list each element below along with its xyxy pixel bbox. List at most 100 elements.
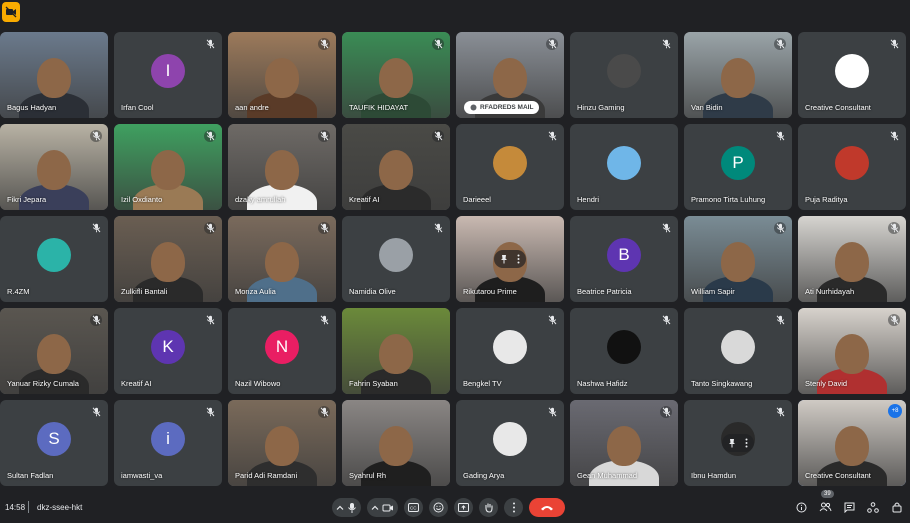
mic-off-icon: [432, 222, 444, 234]
person-head: [721, 57, 755, 98]
participant-name: Fahrin Syaban: [349, 379, 398, 388]
participant-tile[interactable]: RFADREDS MAIL: [456, 32, 564, 118]
activities-icon[interactable]: [866, 500, 880, 514]
mic-off-icon: [546, 38, 558, 50]
recording-indicator-icon[interactable]: [2, 2, 20, 22]
participant-tile[interactable]: Fikri Jepara: [0, 124, 108, 210]
participant-name: Ati Nurhidayah: [805, 287, 855, 296]
person-head: [151, 241, 185, 282]
person-head: [151, 149, 185, 190]
participant-tile[interactable]: Bengkel TV: [456, 308, 564, 394]
chevron-up-icon[interactable]: [371, 504, 379, 512]
participant-tile[interactable]: P Pramono Tirta Luhung: [684, 124, 792, 210]
participant-tile[interactable]: Creative Consultant: [798, 32, 906, 118]
captions-icon: CC: [408, 503, 419, 512]
chevron-up-icon[interactable]: [336, 504, 344, 512]
participant-tile[interactable]: Namidia Olive: [342, 216, 450, 302]
participant-tile[interactable]: S Sultan Fadlan: [0, 400, 108, 486]
mic-icon[interactable]: [347, 502, 357, 514]
more-options-button[interactable]: [504, 498, 523, 517]
participant-tile[interactable]: Darieeel: [456, 124, 564, 210]
svg-text:CC: CC: [410, 505, 417, 510]
participant-tile[interactable]: Fahrin Syaban: [342, 308, 450, 394]
mic-off-icon: [90, 314, 102, 326]
participant-tile[interactable]: Creative Consultant +8: [798, 400, 906, 486]
participant-name: Bagus Hadyan: [7, 103, 57, 112]
chat-icon[interactable]: [842, 500, 856, 514]
participant-name: dzaky amrullah: [235, 195, 286, 204]
participant-tile[interactable]: TAUFIK HIDAYAT: [342, 32, 450, 118]
more-options-icon[interactable]: [745, 438, 748, 448]
participant-grid: Bagus Hadyan I Irfan Cool aan andre TAUFIK H…: [0, 32, 910, 488]
participant-tile[interactable]: Zulkifli Bantali: [114, 216, 222, 302]
person-head: [37, 57, 71, 98]
participant-tile[interactable]: Stenly David: [798, 308, 906, 394]
raise-hand-icon: [484, 503, 493, 513]
emoji-button[interactable]: [429, 498, 448, 517]
pin-icon[interactable]: [500, 254, 508, 264]
participant-name: William Sapir: [691, 287, 735, 296]
participant-tile[interactable]: Hendri: [570, 124, 678, 210]
captions-button[interactable]: CC: [404, 498, 423, 517]
avatar: [37, 238, 71, 272]
avatar: S: [37, 422, 71, 456]
more-options-icon: [512, 502, 515, 513]
participant-name: Creative Consultant: [805, 103, 871, 112]
raise-hand-button[interactable]: [479, 498, 498, 517]
participant-tile[interactable]: Van Bidin: [684, 32, 792, 118]
participant-tile[interactable]: Rikutarou Prime: [456, 216, 564, 302]
participant-tile[interactable]: dzaky amrullah: [228, 124, 336, 210]
participant-tile[interactable]: R.4ZM: [0, 216, 108, 302]
participant-tile[interactable]: Monza Aulia: [228, 216, 336, 302]
pin-icon[interactable]: [728, 438, 736, 448]
participant-tile[interactable]: Ibnu Hamdun: [684, 400, 792, 486]
participant-tile[interactable]: Puja Raditya: [798, 124, 906, 210]
participant-name: Namidia Olive: [349, 287, 396, 296]
participant-tile[interactable]: aan andre: [228, 32, 336, 118]
participant-name: TAUFIK HIDAYAT: [349, 103, 409, 112]
participant-tile[interactable]: Tanto Singkawang: [684, 308, 792, 394]
mic-off-icon: [90, 222, 102, 234]
participant-tile[interactable]: Hinzu Gaming: [570, 32, 678, 118]
participant-tile[interactable]: i iamwasti_va: [114, 400, 222, 486]
end-call-button[interactable]: [529, 498, 565, 517]
participant-tile[interactable]: William Sapir: [684, 216, 792, 302]
mic-off-icon: [774, 314, 786, 326]
participant-tile[interactable]: Gean Muhammad: [570, 400, 678, 486]
person-head: [265, 241, 299, 282]
participant-tile[interactable]: Gading Arya: [456, 400, 564, 486]
participant-tile[interactable]: Kreatif AI: [342, 124, 450, 210]
mic-control[interactable]: [332, 498, 361, 517]
participant-name: Darieeel: [463, 195, 491, 204]
participant-name: Bengkel TV: [463, 379, 502, 388]
mic-off-icon: [660, 314, 672, 326]
participant-tile[interactable]: B Beatrice Patricia: [570, 216, 678, 302]
participant-tile[interactable]: Parid Adi Ramdani: [228, 400, 336, 486]
people-icon[interactable]: [818, 500, 832, 514]
avatar: i: [151, 422, 185, 456]
participant-tile[interactable]: N Nazil Wibowo: [228, 308, 336, 394]
participant-tile[interactable]: K Kreatif AI: [114, 308, 222, 394]
participant-name: Van Bidin: [691, 103, 723, 112]
participant-name: aan andre: [235, 103, 269, 112]
participant-name: Pramono Tirta Luhung: [691, 195, 766, 204]
more-options-icon[interactable]: [517, 254, 520, 264]
participant-tile[interactable]: Bagus Hadyan: [0, 32, 108, 118]
avatar: [835, 54, 869, 88]
mic-off-icon: [204, 314, 216, 326]
participant-tile[interactable]: Izil Oxdianto: [114, 124, 222, 210]
present-button[interactable]: [454, 498, 473, 517]
participant-tile[interactable]: Yanuar Rizky Cumala: [0, 308, 108, 394]
participant-tile[interactable]: Nashwa Hafidz: [570, 308, 678, 394]
tile-actions: [494, 250, 526, 268]
participant-tile[interactable]: Syahrul Rh: [342, 400, 450, 486]
lock-icon[interactable]: [890, 500, 904, 514]
camera-control[interactable]: [367, 498, 398, 517]
participant-name: R.4ZM: [7, 287, 30, 296]
info-icon[interactable]: [794, 500, 808, 514]
participant-name: Tanto Singkawang: [691, 379, 753, 388]
self-view-badge[interactable]: +8: [888, 404, 902, 418]
camera-icon[interactable]: [382, 503, 394, 513]
participant-tile[interactable]: Ati Nurhidayah: [798, 216, 906, 302]
participant-tile[interactable]: I Irfan Cool: [114, 32, 222, 118]
